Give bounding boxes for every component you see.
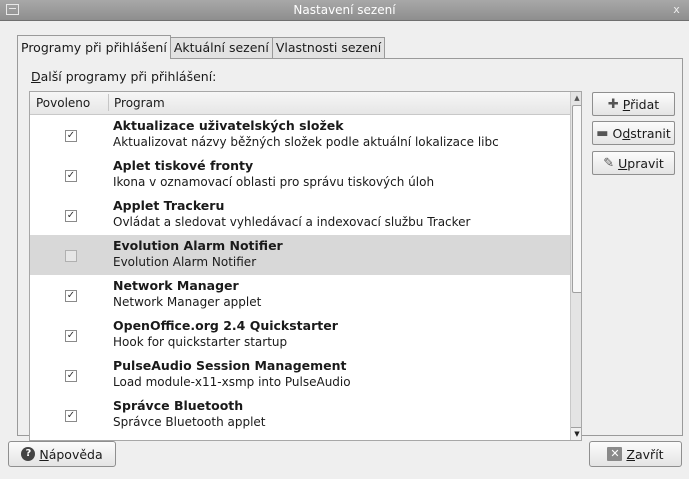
table-row[interactable]: ✓ Applet Trackeru Ovládat a sledovat vyhle… (30, 195, 570, 235)
tab-bar: Programy při přihlášení Aktuální sezení … (17, 35, 386, 59)
enabled-checkbox[interactable]: ✓ (65, 210, 77, 222)
scroll-up-arrow-icon[interactable]: ▲ (571, 92, 581, 104)
section-label: Další programy při přihlášení: (31, 69, 217, 84)
enabled-checkbox[interactable]: ✓ (65, 370, 77, 382)
minus-icon: ▬ (596, 125, 609, 141)
enabled-checkbox[interactable]: ✓ (65, 130, 77, 142)
program-description: Hook for quickstarter startup (113, 335, 288, 349)
close-button[interactable]: ✕ Zavřít (589, 441, 682, 467)
program-name: Aktualizace uživatelských složek (113, 118, 344, 133)
add-button[interactable]: ✚ Přidat (592, 92, 675, 116)
vertical-scrollbar[interactable]: ▲ ▼ (570, 92, 581, 440)
program-description: Evolution Alarm Notifier (113, 255, 257, 269)
column-header-enabled[interactable]: Povoleno (36, 96, 90, 110)
dialog-body: Programy při přihlášení Aktuální sezení … (0, 21, 689, 479)
program-name: Aplet tiskové fronty (113, 158, 254, 173)
table-row[interactable]: ✓ PulseAudio Session Management Load modul… (30, 355, 570, 395)
program-description: Network Manager applet (113, 295, 262, 309)
table-header: Povoleno Program (30, 92, 570, 115)
tab-session-options[interactable]: Vlastnosti sezení (271, 37, 386, 58)
program-description: Ikona v oznamovací oblasti pro správu ti… (113, 175, 435, 189)
help-button[interactable]: ? Nápověda (8, 441, 116, 467)
enabled-checkbox[interactable]: ✓ (65, 330, 77, 342)
program-name: Applet Trackeru (113, 198, 225, 213)
table-row[interactable]: ✓ Network Manager Network Manager applet (30, 275, 570, 315)
enabled-checkbox[interactable]: ✓ (65, 290, 77, 302)
remove-button[interactable]: ▬ Odstranit (592, 121, 675, 145)
column-separator (108, 94, 109, 111)
table-row[interactable]: Evolution Alarm Notifier Evolution Alarm … (30, 235, 570, 275)
program-name: OpenOffice.org 2.4 Quickstarter (113, 318, 338, 333)
program-name: PulseAudio Session Management (113, 358, 347, 373)
program-description: Aktualizovat názvy běžných složek podle … (113, 135, 499, 149)
edit-icon: ✎ (603, 155, 615, 171)
window-close-icon[interactable]: x (670, 3, 683, 16)
program-description: Load module-x11-xsmp into PulseAudio (113, 375, 351, 389)
plus-icon: ✚ (607, 96, 619, 112)
close-icon: ✕ (607, 447, 623, 461)
enabled-checkbox[interactable] (65, 250, 77, 262)
help-icon: ? (21, 447, 36, 461)
program-name: Evolution Alarm Notifier (113, 238, 283, 253)
window-title: Nastavení sezení (293, 3, 396, 17)
title-bar: Nastavení sezení x (0, 0, 689, 21)
program-name: Správce Bluetooth (113, 398, 244, 413)
program-description: Ovládat a sledovat vyhledávací a indexov… (113, 215, 471, 229)
tab-startup-programs[interactable]: Programy při přihlášení (17, 35, 171, 59)
table-row[interactable]: ✓ Aktualizace uživatelských složek Aktuali… (30, 115, 570, 155)
table-row[interactable]: ✓ Aplet tiskové fronty Ikona v oznamovací … (30, 155, 570, 195)
scrollbar-thumb[interactable] (572, 105, 581, 293)
edit-button-label: Upravit (618, 155, 664, 171)
scroll-down-arrow-icon[interactable]: ▼ (571, 427, 581, 440)
table-rows: ✓ Aktualizace uživatelských složek Aktuali… (30, 115, 570, 435)
enabled-checkbox[interactable]: ✓ (65, 170, 77, 182)
program-name: Network Manager (113, 278, 239, 293)
enabled-checkbox[interactable]: ✓ (65, 410, 77, 422)
startup-programs-list[interactable]: Povoleno Program ✓ Aktualizace uživatelsk… (29, 91, 582, 441)
edit-button[interactable]: ✎ Upravit (592, 151, 675, 175)
help-button-label: Nápověda (39, 446, 103, 462)
remove-button-label: Odstranit (612, 125, 671, 141)
table-row[interactable]: ✓ OpenOffice.org 2.4 Quickstarter Hook for… (30, 315, 570, 355)
column-header-program[interactable]: Program (114, 96, 165, 110)
table-row[interactable]: ✓ Správce Bluetooth Správce Bluetooth appl… (30, 395, 570, 435)
tab-panel: Další programy při přihlášení: Povoleno … (17, 58, 683, 441)
add-button-label: Přidat (622, 96, 660, 112)
program-description: Správce Bluetooth applet (113, 415, 266, 429)
close-button-label: Zavřít (626, 446, 664, 462)
tab-current-session[interactable]: Aktuální sezení (169, 37, 273, 58)
